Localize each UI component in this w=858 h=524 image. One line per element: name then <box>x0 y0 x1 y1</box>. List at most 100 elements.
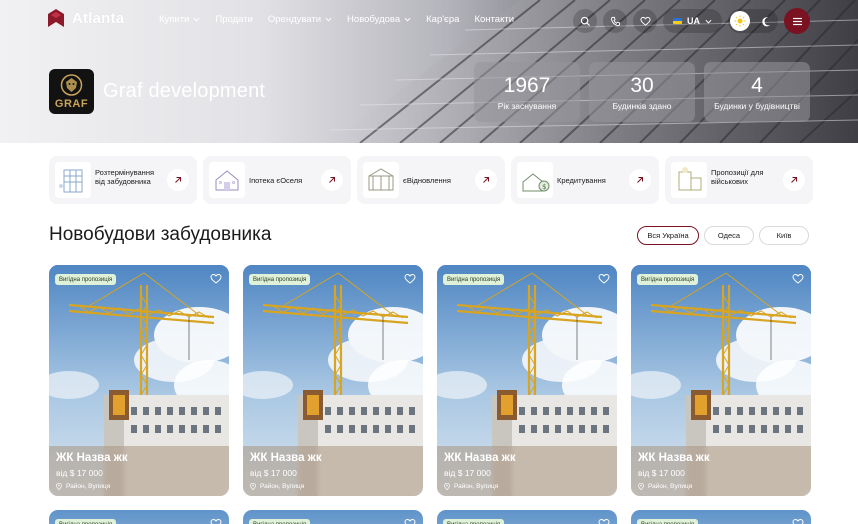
developer-logo-text: GRAF <box>54 98 89 110</box>
listing-badge: Вигідна пропозиція <box>55 274 117 285</box>
nav-link-rent[interactable]: Орендувати <box>268 14 332 25</box>
menu-button[interactable] <box>784 8 810 34</box>
phone-icon <box>610 16 620 26</box>
stat-card-completed: 30 Будинків здано <box>589 62 695 122</box>
dark-theme-option[interactable] <box>756 11 776 31</box>
city-filters: Вся Україна Одеса Київ <box>637 226 809 245</box>
stat-label: Рік заснування <box>497 100 557 111</box>
service-label: Кредитування <box>557 176 606 185</box>
arrow-up-right-icon <box>329 177 335 183</box>
listing-badge: Вигідна пропозиція <box>55 519 117 524</box>
nav-link-label: Продати <box>215 14 253 25</box>
developer-logo: GRAF <box>49 69 94 114</box>
language-label: UA <box>687 16 700 26</box>
service-arrow[interactable] <box>783 169 805 191</box>
listing-card[interactable]: Вигідна пропозиція <box>49 510 229 524</box>
nav-link-label: Новобудова <box>347 14 401 25</box>
stat-label: Будинки у будівництві <box>714 100 800 111</box>
theme-toggle[interactable] <box>728 9 778 33</box>
arrow-up-right-icon <box>483 177 489 183</box>
listing-info: ЖК Назва жк від $ 17 000 Район, Вулиця <box>49 446 229 496</box>
nav-link-label: Кар'єра <box>426 14 460 25</box>
favorite-heart-icon[interactable] <box>210 273 222 285</box>
service-arrow[interactable] <box>629 169 651 191</box>
listing-location: Район, Вулиця <box>56 483 222 490</box>
listing-badge: Вигідна пропозиція <box>637 519 699 524</box>
favorite-heart-icon[interactable] <box>598 518 610 524</box>
listing-card[interactable]: Вигідна пропозиція ЖК Назва жк від $ 17 … <box>49 265 229 496</box>
service-arrow[interactable] <box>475 169 497 191</box>
nav-link-new-buildings[interactable]: Новобудова <box>347 14 411 25</box>
favorite-heart-icon[interactable] <box>404 518 416 524</box>
mortgage-illustration <box>209 162 245 198</box>
sun-icon <box>734 15 746 27</box>
nav-link-label: Купити <box>159 14 190 25</box>
language-select[interactable]: UA <box>663 9 722 33</box>
nav-link-label: Орендувати <box>267 14 322 25</box>
listing-title: ЖК Назва жк <box>638 452 710 464</box>
light-theme-option[interactable] <box>730 11 750 31</box>
brand-logo[interactable]: Atlanta <box>48 9 124 27</box>
service-label: Іпотека єОселя <box>249 176 303 185</box>
service-arrow[interactable] <box>167 169 189 191</box>
stat-value: 4 <box>751 73 763 97</box>
service-credit[interactable]: $ Кредитування <box>511 156 659 204</box>
svg-text:$: $ <box>542 183 546 191</box>
favorites-button[interactable] <box>633 9 657 33</box>
service-restoration[interactable]: єВідновлення <box>357 156 505 204</box>
nav-link-label: Контакти <box>474 14 514 25</box>
filter-all-ukraine[interactable]: Вся Україна <box>637 226 699 245</box>
filter-kyiv[interactable]: Київ <box>759 226 809 245</box>
listing-card[interactable]: Вигідна пропозиція <box>631 510 811 524</box>
nav-actions: UA <box>573 8 810 34</box>
nav-link-buy[interactable]: Купити <box>159 14 200 25</box>
lion-logo-icon <box>60 74 83 96</box>
listing-location-text: Район, Вулиця <box>66 483 111 490</box>
listing-price: від $ 17 000 <box>638 468 685 478</box>
service-label: єВідновлення <box>403 176 451 185</box>
nav-link-contacts[interactable]: Контакти <box>474 14 514 25</box>
favorite-heart-icon[interactable] <box>598 273 610 285</box>
listing-location-text: Район, Вулиця <box>454 483 499 490</box>
favorite-heart-icon[interactable] <box>210 518 222 524</box>
chevron-down-icon <box>193 17 200 22</box>
listing-card[interactable]: Вигідна пропозиція ЖК Назва жк від $ 17 … <box>631 265 811 496</box>
heart-icon <box>639 16 651 26</box>
filter-odesa[interactable]: Одеса <box>704 226 754 245</box>
restoration-illustration <box>363 162 399 198</box>
developer-name: Graf development <box>103 80 266 102</box>
service-military[interactable]: Пропозиції для військових <box>665 156 813 204</box>
favorite-heart-icon[interactable] <box>404 273 416 285</box>
listing-location: Район, Вулиця <box>444 483 610 490</box>
service-arrow[interactable] <box>321 169 343 191</box>
credit-illustration: $ <box>517 162 553 198</box>
listing-card[interactable]: Вигідна пропозиція <box>243 510 423 524</box>
nav-link-career[interactable]: Кар'єра <box>426 14 459 25</box>
search-button[interactable] <box>573 9 597 33</box>
listing-badge: Вигідна пропозиція <box>249 274 311 285</box>
listing-cards-row-2: Вигідна пропозиція Вигідна пропозиція Вигі… <box>49 510 811 524</box>
phone-button[interactable] <box>603 9 627 33</box>
stat-value: 1967 <box>503 73 551 97</box>
listing-location-text: Район, Вулиця <box>260 483 305 490</box>
favorite-heart-icon[interactable] <box>792 273 804 285</box>
listing-info: ЖК Назва жк від $ 17 000 Район, Вулиця <box>437 446 617 496</box>
stat-card-founded: 1967 Рік заснування <box>474 62 580 122</box>
arrow-up-right-icon <box>637 177 643 183</box>
listing-card[interactable]: Вигідна пропозиція <box>437 510 617 524</box>
stat-card-in-progress: 4 Будинки у будівництві <box>704 62 810 122</box>
listing-card[interactable]: Вигідна пропозиція ЖК Назва жк від $ 17 … <box>243 265 423 496</box>
search-icon <box>580 16 590 26</box>
nav-link-sell[interactable]: Продати <box>215 14 252 25</box>
location-pin-icon <box>444 483 450 490</box>
listing-card[interactable]: Вигідна пропозиція ЖК Назва жк від $ 17 … <box>437 265 617 496</box>
service-installment[interactable]: Розтермінування від забудовника <box>49 156 197 204</box>
arrow-up-right-icon <box>175 177 181 183</box>
listing-badge: Вигідна пропозиція <box>637 274 699 285</box>
service-label: Пропозиції для військових <box>711 168 764 186</box>
favorite-heart-icon[interactable] <box>792 518 804 524</box>
listing-badge: Вигідна пропозиція <box>443 274 505 285</box>
top-navigation: Atlanta Купити Продати Орендувати Новобу… <box>0 0 858 40</box>
service-mortgage[interactable]: Іпотека єОселя <box>203 156 351 204</box>
military-illustration <box>671 162 707 198</box>
